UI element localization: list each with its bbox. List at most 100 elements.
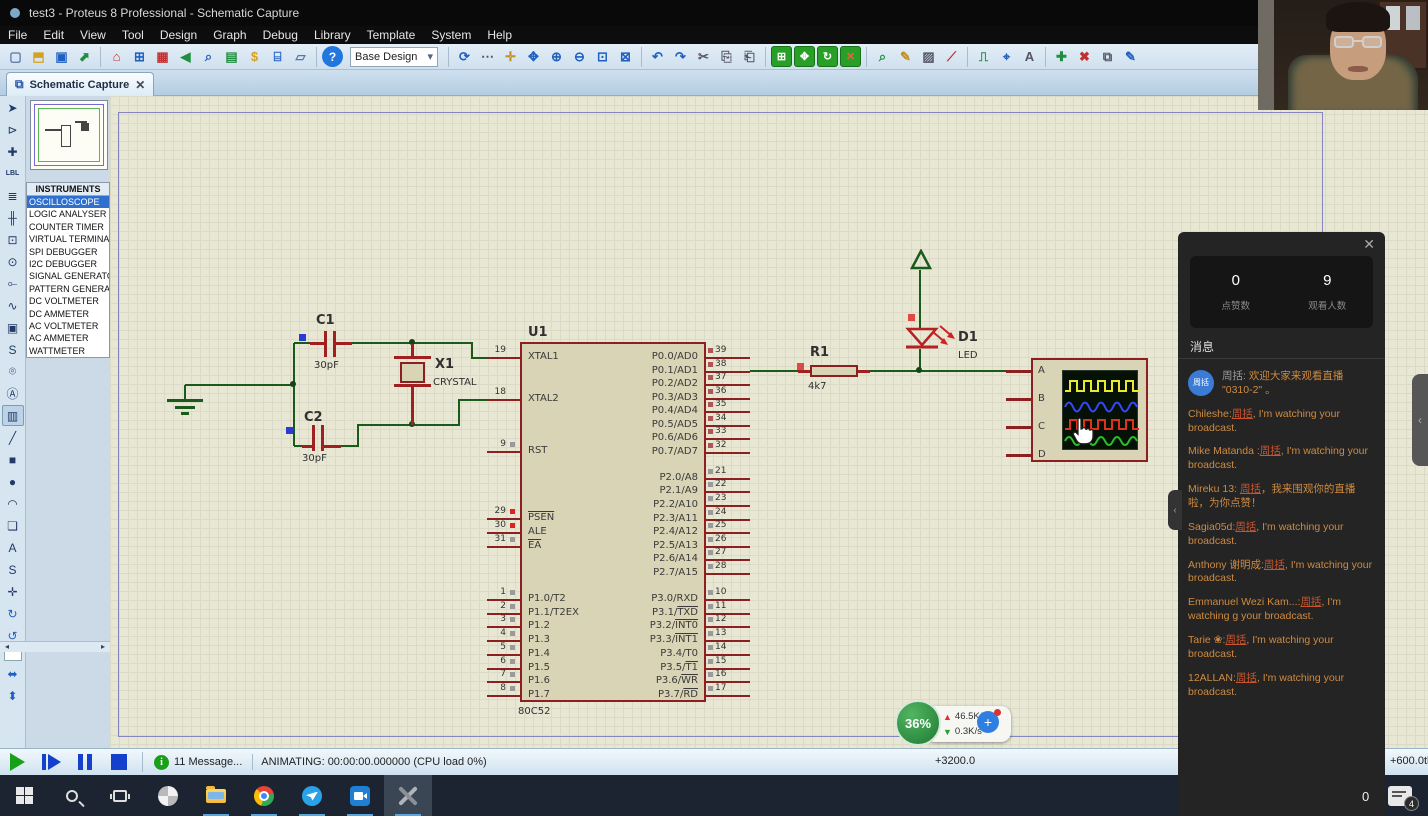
base-design-combo[interactable]: Base Design▾ [350, 47, 438, 67]
zoom-area-icon[interactable]: ⊠ [615, 46, 636, 67]
bus-tool-icon[interactable]: ╫ [2, 207, 24, 228]
instrument-ac-ammeter[interactable]: AC AMMETER [27, 332, 109, 344]
text-script-tool-icon[interactable]: ≣ [2, 185, 24, 206]
device-pin-tool-icon[interactable]: ⟜ [2, 273, 24, 294]
step-button[interactable] [36, 751, 66, 773]
instrument-i2c-debugger[interactable]: I2C DEBUGGER [27, 258, 109, 270]
block-rotate-icon[interactable]: ↻ [817, 46, 838, 67]
search-icon[interactable] [48, 775, 96, 816]
help-icon[interactable]: ? [322, 46, 343, 67]
resistor-r1[interactable] [810, 365, 858, 377]
menu-debug[interactable]: Debug [255, 26, 306, 44]
file-explorer-icon[interactable] [192, 775, 240, 816]
text-tool-icon[interactable]: A [2, 537, 24, 558]
box-tool-icon[interactable]: ■ [2, 449, 24, 470]
task-view-icon[interactable] [96, 775, 144, 816]
instrument-dc-voltmeter[interactable]: DC VOLTMETER [27, 295, 109, 307]
chrome-icon[interactable] [240, 775, 288, 816]
graph-tool-icon[interactable]: ∿ [2, 295, 24, 316]
marker-tool-icon[interactable]: ✛ [2, 581, 24, 602]
paperplane-app-icon[interactable] [288, 775, 336, 816]
instrument-oscilloscope[interactable]: OSCILLOSCOPE [27, 196, 109, 208]
copy-icon[interactable]: ⎘ [716, 46, 737, 67]
stop-button[interactable] [104, 751, 134, 773]
terminal-tool-icon[interactable]: ⊙ [2, 251, 24, 272]
chat-close-icon[interactable]: ✕ [1363, 236, 1375, 253]
block-copy-icon[interactable]: ⊞ [771, 46, 792, 67]
block-delete-icon[interactable]: ✕ [840, 46, 861, 67]
instrument-signal-generator[interactable]: SIGNAL GENERATOR [27, 270, 109, 282]
design-notes-icon[interactable]: ▱ [290, 46, 311, 67]
pan-icon[interactable]: ✥ [523, 46, 544, 67]
proteus-app-icon[interactable] [384, 775, 432, 816]
subcircuit-tool-icon[interactable]: ⊡ [2, 229, 24, 250]
arc-tool-icon[interactable]: ◠ [2, 493, 24, 514]
scroll-right-icon[interactable]: ▸ [97, 642, 109, 652]
capacitor-c1[interactable] [324, 331, 327, 357]
edit-design-icon[interactable]: ✎ [1120, 46, 1141, 67]
cut-icon[interactable]: ✂ [693, 46, 714, 67]
block-move-icon[interactable]: ✥ [794, 46, 815, 67]
remove-sheet-icon[interactable]: ✖ [1074, 46, 1095, 67]
search-tag-icon[interactable]: ⌖ [996, 46, 1017, 67]
current-probe-tool-icon[interactable]: Ⓐ [2, 383, 24, 404]
tape-recorder-tool-icon[interactable]: ▣ [2, 317, 24, 338]
origin-icon[interactable]: ✛ [500, 46, 521, 67]
property-assignment-icon[interactable]: A [1019, 46, 1040, 67]
grid-toggle-icon[interactable]: ⋯ [477, 46, 498, 67]
pick-device-icon[interactable]: ⌕ [872, 46, 893, 67]
pinwheel-app-icon[interactable] [144, 775, 192, 816]
scroll-left-icon[interactable]: ◂ [1, 642, 13, 652]
home-page-icon[interactable]: ⌂ [106, 46, 127, 67]
capacitor-c2[interactable] [312, 425, 315, 451]
rotate-cw-icon[interactable]: ↻ [2, 603, 24, 624]
symbol-tool-icon[interactable]: S [2, 559, 24, 580]
zoom-out-icon[interactable]: ⊖ [569, 46, 590, 67]
chat-collapse-handle[interactable]: ‹ [1168, 490, 1182, 530]
instrument-virtual-terminal[interactable]: VIRTUAL TERMINAL [27, 233, 109, 245]
instrument-dc-ammeter[interactable]: DC AMMETER [27, 308, 109, 320]
paste-icon[interactable]: ⎗ [739, 46, 760, 67]
instrument-ac-voltmeter[interactable]: AC VOLTMETER [27, 320, 109, 332]
save-project-icon[interactable]: ▣ [51, 46, 72, 67]
instrument-spi-debugger[interactable]: SPI DEBUGGER [27, 246, 109, 258]
new-file-icon[interactable]: ▢ [5, 46, 26, 67]
pcb-layout-icon[interactable]: ▦ [152, 46, 173, 67]
tab-close-icon[interactable]: ✕ [135, 78, 145, 92]
side-collapse-handle[interactable]: ‹ [1412, 374, 1428, 466]
instrument-wattmeter[interactable]: WATTMETER [27, 345, 109, 357]
info-icon[interactable]: i [154, 755, 169, 770]
tab-schematic-capture[interactable]: ⧉ Schematic Capture ✕ [6, 72, 154, 96]
crystal-x1[interactable] [400, 362, 425, 383]
selection-tool-icon[interactable]: ➤ [2, 97, 24, 118]
menu-edit[interactable]: Edit [35, 26, 72, 44]
find-component-icon[interactable]: ⌕ [198, 46, 219, 67]
redraw-icon[interactable]: ⟳ [454, 46, 475, 67]
instruments-tool-icon[interactable]: ▥ [2, 405, 24, 426]
new-sheet-icon[interactable]: ✚ [1051, 46, 1072, 67]
open-project-icon[interactable]: ⬒ [28, 46, 49, 67]
menu-design[interactable]: Design [152, 26, 205, 44]
junction-dot-tool-icon[interactable]: ✚ [2, 141, 24, 162]
wire-label-tool-icon[interactable]: LBL [2, 163, 24, 184]
pause-button[interactable] [70, 751, 100, 773]
menu-view[interactable]: View [72, 26, 114, 44]
cpu-percent-badge[interactable]: 36% [895, 700, 941, 746]
left-panel-scrollbar[interactable]: ◂ ▸ [0, 641, 110, 652]
wire-autoroute-icon[interactable]: ⎍ [973, 46, 994, 67]
play-button[interactable] [2, 751, 32, 773]
component-tool-icon[interactable]: ⊳ [2, 119, 24, 140]
menu-tool[interactable]: Tool [114, 26, 152, 44]
redo-icon[interactable]: ↷ [670, 46, 691, 67]
circle-tool-icon[interactable]: ● [2, 471, 24, 492]
bill-of-materials-icon[interactable]: $ [244, 46, 265, 67]
start-icon[interactable] [0, 775, 48, 816]
zoom-extents-icon[interactable]: ⊡ [592, 46, 613, 67]
zoom-in-icon[interactable]: ⊕ [546, 46, 567, 67]
packaging-tool-icon[interactable]: ▨ [918, 46, 939, 67]
electrical-check-icon[interactable]: ⌸ [267, 46, 288, 67]
network-speed-bubble[interactable]: ▲ 46.5K/s ▼ 0.3K/s 36% + [895, 700, 1020, 748]
instrument-pattern-generator[interactable]: PATTERN GENERATOR [27, 283, 109, 295]
menu-library[interactable]: Library [306, 26, 359, 44]
make-device-icon[interactable]: ✎ [895, 46, 916, 67]
